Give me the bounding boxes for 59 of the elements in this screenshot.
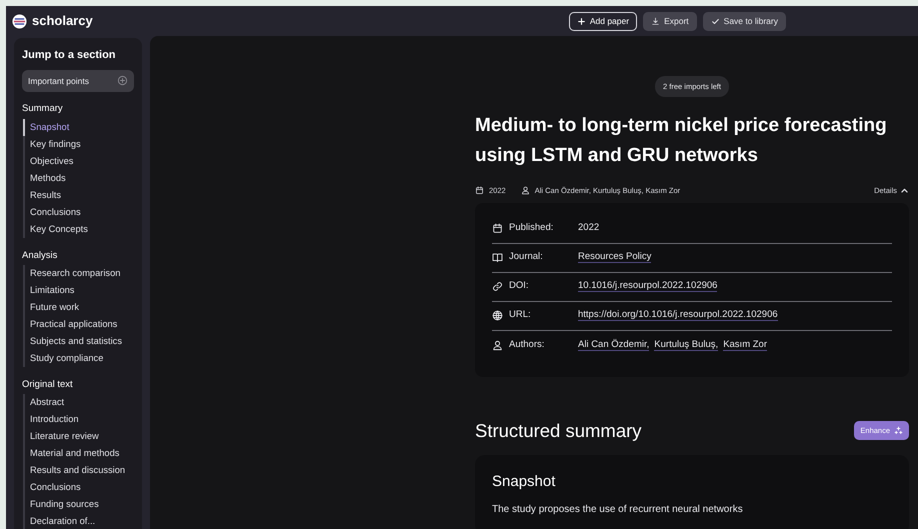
section-heading: Summary [22, 102, 64, 116]
section-heading: Original text [22, 378, 74, 392]
logo-icon [12, 14, 27, 28]
summary-text: The study proposes the use of recurrent neural networks [492, 502, 744, 517]
detail-link[interactable]: Kasım Zor [723, 338, 767, 351]
detail-link[interactable]: Kurtuluş Buluş, [654, 338, 718, 351]
section-link[interactable]: Literature review [23, 428, 134, 445]
toolbar-button[interactable]: Save to library [702, 12, 786, 30]
paper-title: Medium- to long-term nickel price forecasting using LSTM and GRU networks [475, 114, 888, 168]
section-link[interactable]: Conclusions [23, 204, 134, 220]
detail-value: 2022 [578, 222, 600, 234]
section-link[interactable]: Funding sources [23, 496, 134, 513]
toolbar-button[interactable]: Export [643, 12, 697, 30]
detail-link[interactable]: 10.1016/j.resourpol.2022.102906 [578, 280, 718, 292]
section-link[interactable]: Practical applications [23, 316, 134, 333]
section-link[interactable]: Research comparison [23, 264, 134, 282]
section-link[interactable]: Conclusions [23, 479, 134, 496]
download-icon [651, 16, 660, 26]
section-link[interactable]: Results [23, 186, 134, 204]
section-link[interactable]: Introduction [23, 411, 134, 428]
link-icon [492, 281, 503, 292]
sidebar-title: Jump to a section [22, 48, 117, 63]
detail-link[interactable]: Resources Policy [578, 251, 652, 264]
toolbar-button[interactable]: Add paper [568, 12, 638, 30]
globe-icon [492, 310, 503, 321]
section-link[interactable]: Material and methods [23, 445, 134, 462]
important-points-button[interactable]: Important points [22, 70, 134, 92]
add-icon [117, 75, 128, 86]
section-link[interactable]: Subjects and statistics [23, 332, 134, 350]
detail-label: Journal: [509, 250, 543, 264]
plus-icon [576, 16, 586, 26]
section-link[interactable]: Key findings [23, 136, 134, 152]
detail-link[interactable]: https://doi.org/10.1016/j.resourpol.2022.102906 [578, 309, 778, 322]
book-icon [492, 252, 503, 263]
section-link[interactable]: Key Concepts [23, 220, 134, 238]
detail-label: URL: [509, 308, 531, 322]
calendar-icon [492, 223, 503, 234]
section-heading: Analysis [22, 248, 58, 262]
detail-label: DOI: [509, 279, 529, 294]
section-link[interactable]: Methods [23, 170, 134, 186]
section-link[interactable]: Declaration of... [23, 513, 134, 529]
detail-label: Authors: [509, 338, 544, 352]
section-link[interactable]: Results and discussion [23, 462, 134, 479]
section-link[interactable]: Study compliance [23, 350, 134, 367]
card-title: Snapshot [492, 472, 556, 491]
section-link[interactable]: Abstract [23, 394, 134, 411]
app-name: scholarcy [32, 12, 93, 30]
person-icon [520, 186, 530, 196]
section-link[interactable]: Limitations [23, 282, 134, 299]
calendar-icon [475, 186, 484, 196]
section-link[interactable]: Future work [23, 298, 134, 316]
section-link[interactable]: Snapshot [23, 118, 134, 136]
section-link[interactable]: Objectives [23, 152, 134, 170]
sparkle-icon [894, 426, 903, 436]
check-icon [710, 16, 720, 26]
section-title: Structured summary [475, 420, 642, 442]
person-icon [492, 340, 503, 350]
detail-label: Published: [509, 221, 554, 236]
detail-link[interactable]: Ali Can Özdemir, [578, 338, 650, 351]
